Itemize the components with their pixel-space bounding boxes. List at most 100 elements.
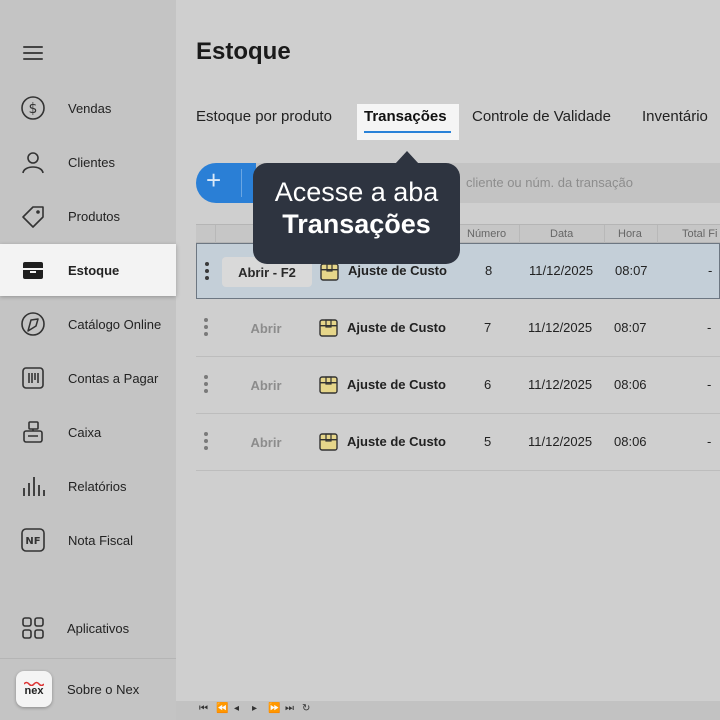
open-button[interactable]: Abrir (221, 427, 311, 457)
row-type: Ajuste de Custo (347, 434, 446, 449)
sidebar-item-label: Contas a Pagar (68, 370, 159, 386)
sidebar-item-nota-fiscal[interactable]: NF Nota Fiscal (0, 513, 176, 567)
row-hora: 08:06 (614, 377, 647, 392)
row-data: 11/12/2025 (529, 263, 594, 278)
column-separator (519, 225, 520, 244)
column-separator (604, 225, 605, 244)
svg-text:$: $ (29, 101, 38, 117)
tab-estoque-por-produto[interactable]: Estoque por produto (196, 108, 332, 125)
row-numero: 6 (484, 377, 492, 392)
sidebar-item-estoque[interactable]: Estoque (0, 244, 176, 296)
row-numero: 8 (485, 263, 493, 278)
sidebar-item-label: Relatórios (68, 478, 127, 494)
prev-page-icon[interactable]: ◂ (234, 703, 239, 714)
column-separator (657, 225, 658, 244)
row-hora: 08:07 (615, 263, 648, 278)
first-page-icon[interactable]: ⏮ (199, 703, 208, 714)
about-nex-label[interactable]: Sobre o Nex (67, 682, 139, 697)
sidebar-item-clientes[interactable]: Clientes (0, 135, 176, 189)
bar-chart-icon (20, 473, 46, 499)
pagination-bar: ⏮ ⏪ ◂ ▸ ⏩ ⏭ ↻ (176, 701, 720, 720)
table-row[interactable]: Abrir Ajuste de Custo 7 11/12/2025 08:07… (196, 300, 720, 357)
sidebar-item-aplicativos[interactable]: Aplicativos (0, 601, 176, 655)
sidebar-item-label: Estoque (68, 262, 120, 278)
refresh-icon[interactable]: ↻ (302, 703, 310, 714)
column-separator (215, 225, 216, 244)
row-numero: 5 (484, 434, 492, 449)
svg-text:NF: NF (25, 536, 40, 547)
sidebar-item-contas-a-pagar[interactable]: Contas a Pagar (0, 351, 176, 405)
row-hora: 08:07 (614, 320, 647, 335)
row-total: - (707, 377, 712, 392)
hamburger-icon[interactable] (23, 46, 43, 60)
box-icon (20, 257, 46, 283)
row-total: - (707, 434, 712, 449)
sidebar-item-catalogo-online[interactable]: Catálogo Online (0, 297, 176, 351)
tab-inventario[interactable]: Inventário (642, 108, 708, 125)
row-data: 11/12/2025 (528, 320, 593, 335)
nex-logo[interactable]: nex (16, 671, 52, 707)
tab-transacoes[interactable]: Transações (357, 104, 459, 140)
box-icon (320, 263, 339, 281)
add-transaction-button[interactable]: + (196, 163, 256, 203)
column-header-numero[interactable]: Número (467, 228, 506, 240)
prev-page-fast-icon[interactable]: ⏪ (216, 703, 228, 714)
apps-grid-icon (20, 615, 46, 641)
bill-icon (20, 365, 46, 391)
open-button[interactable]: Abrir (221, 370, 311, 400)
column-header-hora[interactable]: Hora (618, 228, 642, 240)
row-menu-icon[interactable] (204, 375, 208, 395)
next-page-fast-icon[interactable]: ⏩ (268, 703, 280, 714)
sidebar-item-produtos[interactable]: Produtos (0, 189, 176, 243)
row-total: - (707, 320, 712, 335)
tab-active-underline (364, 131, 451, 133)
tag-icon (20, 203, 46, 229)
sidebar-item-vendas[interactable]: $ Vendas (0, 81, 176, 135)
sidebar-item-label: Vendas (68, 100, 112, 116)
open-button[interactable]: Abrir (221, 313, 311, 343)
tab-transacoes-label: Transações (364, 108, 447, 125)
row-hora: 08:06 (614, 434, 647, 449)
box-icon (319, 433, 338, 451)
sidebar-item-label: Nota Fiscal (68, 532, 134, 548)
row-data: 11/12/2025 (528, 434, 593, 449)
row-type: Ajuste de Custo (347, 320, 446, 335)
user-icon (20, 149, 46, 175)
sidebar-item-label: Caixa (68, 424, 102, 440)
column-header-total[interactable]: Total Fi (682, 228, 717, 240)
row-menu-icon[interactable] (204, 318, 208, 338)
box-icon (319, 319, 338, 337)
table-row[interactable]: Abrir Ajuste de Custo 6 11/12/2025 08:06… (196, 357, 720, 414)
page-title: Estoque (196, 38, 291, 65)
sidebar-item-label: Catálogo Online (68, 316, 162, 332)
row-menu-icon[interactable] (204, 432, 208, 452)
search-placeholder: cliente ou núm. da transação (466, 175, 633, 190)
sidebar-item-relatorios[interactable]: Relatórios (0, 459, 176, 513)
plus-icon: + (206, 165, 222, 195)
sidebar-item-caixa[interactable]: Caixa (0, 405, 176, 459)
box-icon (319, 376, 338, 394)
catalog-icon (20, 311, 46, 337)
sidebar: $ Vendas Clientes Produtos Estoque Catál… (0, 0, 176, 720)
nf-icon: NF (20, 527, 46, 553)
sidebar-divider (0, 658, 176, 659)
tooltip-line-2: Transações (282, 209, 431, 239)
button-separator (241, 169, 242, 197)
tooltip-line-1: Acesse a aba (274, 177, 439, 207)
column-header-data[interactable]: Data (550, 228, 573, 240)
dollar-circle-icon: $ (20, 95, 46, 121)
row-total: - (708, 263, 713, 278)
sidebar-item-label: Aplicativos (67, 620, 130, 636)
sidebar-item-label: Produtos (68, 208, 121, 224)
table-row[interactable]: Abrir Ajuste de Custo 5 11/12/2025 08:06… (196, 414, 720, 471)
row-menu-icon[interactable] (205, 262, 209, 282)
tab-controle-de-validade[interactable]: Controle de Validade (472, 108, 611, 125)
nex-logo-text: nex (24, 685, 44, 697)
cash-register-icon (20, 419, 46, 445)
onboarding-tooltip: Acesse a aba Transações (253, 151, 460, 264)
row-type: Ajuste de Custo (347, 377, 446, 392)
next-page-icon[interactable]: ▸ (252, 703, 257, 714)
sidebar-item-label: Clientes (68, 154, 115, 170)
row-type: Ajuste de Custo (348, 263, 447, 278)
last-page-icon[interactable]: ⏭ (285, 703, 294, 714)
